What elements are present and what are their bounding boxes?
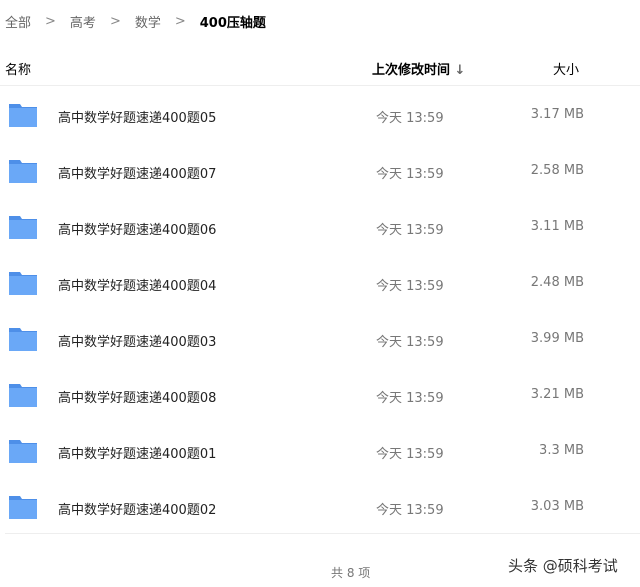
breadcrumb: 全部 > 高考 > 数学 > 400压轴题 xyxy=(5,12,266,31)
file-modified: 今天 13:59 xyxy=(376,279,444,294)
folder-icon xyxy=(9,104,37,127)
file-row[interactable]: 高中数学好题速递400题07 今天 13:59 2.58 MB xyxy=(0,144,640,200)
file-modified: 今天 13:59 xyxy=(376,503,444,518)
breadcrumb-math[interactable]: 数学 xyxy=(135,12,161,31)
file-name[interactable]: 高中数学好题速递400题01 xyxy=(58,443,216,462)
breadcrumb-current: 400压轴题 xyxy=(199,16,266,31)
file-row[interactable]: 高中数学好题速递400题06 今天 13:59 3.11 MB xyxy=(0,200,640,256)
folder-icon xyxy=(9,216,37,239)
column-modified[interactable]: 上次修改时间 ↓ xyxy=(372,59,465,78)
column-name[interactable]: 名称 xyxy=(5,59,31,78)
column-size[interactable]: 大小 xyxy=(553,59,579,78)
file-row[interactable]: 高中数学好题速递400题04 今天 13:59 2.48 MB xyxy=(0,256,640,312)
file-size: 3.03 MB xyxy=(530,499,584,514)
file-row[interactable]: 高中数学好题速递400题02 今天 13:59 3.03 MB xyxy=(0,480,640,536)
file-row[interactable]: 高中数学好题速递400题08 今天 13:59 3.21 MB xyxy=(0,368,640,424)
file-name[interactable]: 高中数学好题速递400题03 xyxy=(58,331,216,350)
file-name[interactable]: 高中数学好题速递400题04 xyxy=(58,275,216,294)
file-row[interactable]: 高中数学好题速递400题01 今天 13:59 3.3 MB xyxy=(0,424,640,480)
file-row[interactable]: 高中数学好题速递400题03 今天 13:59 3.99 MB xyxy=(0,312,640,368)
file-size: 2.58 MB xyxy=(530,163,584,178)
folder-icon xyxy=(9,272,37,295)
file-size: 3.3 MB xyxy=(539,443,584,458)
file-name[interactable]: 高中数学好题速递400题06 xyxy=(58,219,216,238)
file-row[interactable]: 高中数学好题速递400题05 今天 13:59 3.17 MB xyxy=(0,88,640,144)
file-name[interactable]: 高中数学好题速递400题05 xyxy=(58,107,216,126)
folder-icon xyxy=(9,496,37,519)
file-size: 3.99 MB xyxy=(530,331,584,346)
column-modified-label: 上次修改时间 xyxy=(372,63,451,78)
watermark: 头条 @硕科考试 xyxy=(508,557,618,575)
file-modified: 今天 13:59 xyxy=(376,167,444,182)
file-size: 3.17 MB xyxy=(530,107,584,122)
file-modified: 今天 13:59 xyxy=(376,111,444,126)
table-header: 名称 上次修改时间 ↓ 大小 xyxy=(0,57,640,86)
file-size: 3.21 MB xyxy=(530,387,584,402)
divider xyxy=(5,533,640,534)
chevron-right-icon: > xyxy=(45,14,56,29)
chevron-right-icon: > xyxy=(174,14,186,29)
file-name[interactable]: 高中数学好题速递400题08 xyxy=(58,387,216,406)
file-modified: 今天 13:59 xyxy=(376,447,444,462)
file-modified: 今天 13:59 xyxy=(376,223,444,238)
folder-icon xyxy=(9,160,37,183)
arrow-down-icon: ↓ xyxy=(454,63,466,78)
item-count: 共 8 项 xyxy=(331,566,371,580)
file-modified: 今天 13:59 xyxy=(376,391,444,406)
folder-icon xyxy=(9,384,37,407)
chevron-right-icon: > xyxy=(109,14,121,29)
file-size: 2.48 MB xyxy=(530,275,584,290)
folder-icon xyxy=(9,328,37,351)
breadcrumb-all[interactable]: 全部 xyxy=(5,12,31,31)
breadcrumb-gaokao[interactable]: 高考 xyxy=(70,12,96,31)
folder-icon xyxy=(9,440,37,463)
file-modified: 今天 13:59 xyxy=(376,335,444,350)
file-name[interactable]: 高中数学好题速递400题02 xyxy=(58,499,216,518)
file-name[interactable]: 高中数学好题速递400题07 xyxy=(58,163,216,182)
file-size: 3.11 MB xyxy=(530,219,584,234)
